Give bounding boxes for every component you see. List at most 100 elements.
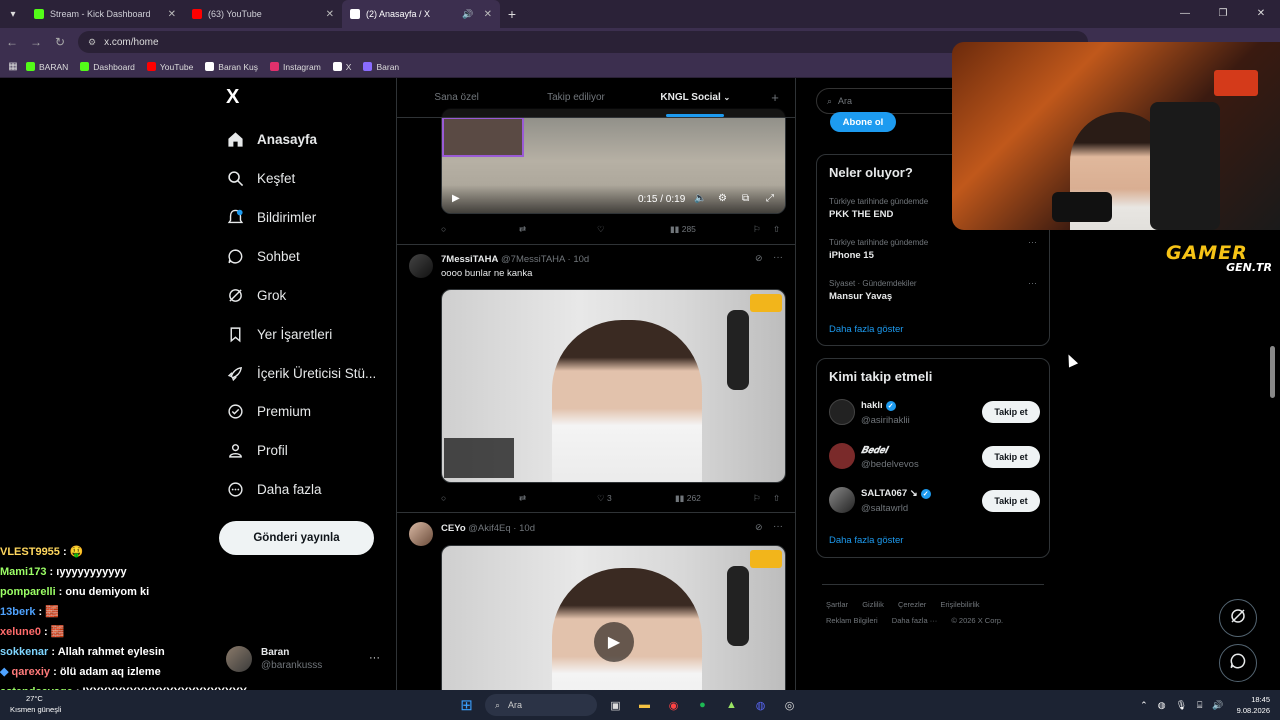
share-icon[interactable]: ⇧	[773, 224, 780, 235]
nav-notifications[interactable]: Bildirimler	[226, 202, 316, 232]
chrome-icon[interactable]: ◉	[663, 694, 685, 716]
bookmark-item[interactable]: YouTube	[146, 62, 193, 72]
nav-messages[interactable]: Sohbet	[226, 241, 300, 271]
follow-suggestion-name[interactable]: 𝑩𝒆𝒅𝒆𝒍	[861, 445, 887, 456]
chevron-up-icon[interactable]: ⌃	[1140, 700, 1148, 711]
more-dots-icon[interactable]: ···	[1028, 278, 1037, 288]
tab-search-icon[interactable]: ▾	[0, 0, 26, 28]
volume-icon[interactable]: 🔈	[694, 193, 706, 204]
more-dots-icon[interactable]: ···	[369, 652, 380, 664]
tweet-author-handle[interactable]: @Akif4Eq	[468, 523, 510, 534]
show-more-follow-link[interactable]: Daha fazla göster	[829, 535, 903, 546]
close-icon[interactable]: ✕	[168, 9, 176, 20]
views-stat[interactable]: ▮▮ 285	[670, 224, 753, 235]
tweet-time[interactable]: 10d	[573, 254, 589, 265]
grok-float-button[interactable]	[1219, 599, 1257, 637]
bookmark-item[interactable]: BARAN	[26, 62, 68, 72]
tab-youtube[interactable]: (63) YouTube ✕	[184, 0, 342, 28]
task-view-icon[interactable]: ▣	[605, 694, 627, 716]
subscribe-button[interactable]: Abone ol	[830, 112, 896, 132]
close-icon[interactable]: ✕	[484, 9, 492, 20]
tab-for-you[interactable]: Sana özel	[397, 78, 516, 117]
x-logo[interactable]: X	[226, 86, 239, 109]
grok-icon[interactable]: ⊘	[755, 253, 763, 264]
site-info-icon[interactable]: ⚙	[88, 37, 96, 48]
show-more-trends-link[interactable]: Daha fazla göster	[829, 324, 903, 335]
bookmark-item[interactable]: Baran	[363, 62, 399, 72]
volume-icon[interactable]: 🔊	[1212, 700, 1223, 711]
avatar[interactable]	[409, 254, 433, 278]
follow-suggestion-name[interactable]: SALTA067 ↘ ✓	[861, 488, 931, 499]
reply-icon[interactable]: ○	[441, 493, 519, 503]
views-stat[interactable]: ▮▮ 262	[675, 493, 753, 504]
tab-kngl-social[interactable]: KNGL Social ⌄	[636, 78, 755, 117]
scrollbar[interactable]	[1270, 346, 1275, 398]
follow-suggestion-name[interactable]: haklı ✓	[861, 400, 896, 411]
nav-bookmarks[interactable]: Yer İşaretleri	[226, 319, 332, 349]
nav-home[interactable]: Anasayfa	[226, 124, 317, 154]
avatar[interactable]	[829, 487, 855, 513]
reply-icon[interactable]: ○	[441, 224, 519, 234]
close-icon[interactable]: ✕	[326, 9, 334, 20]
url-input[interactable]: ⚙ x.com/home	[78, 31, 1088, 53]
tweet-author-name[interactable]: CEYo	[441, 523, 466, 534]
reload-icon[interactable]: ↻	[48, 35, 72, 49]
follow-suggestion-handle[interactable]: @bedelvevos	[861, 459, 919, 470]
speaker-icon[interactable]: 🔊	[462, 9, 473, 20]
play-button[interactable]: ▶	[594, 622, 634, 662]
more-dots-icon[interactable]: ···	[773, 252, 783, 263]
tweet-time[interactable]: 10d	[519, 523, 535, 534]
more-dots-icon[interactable]: ···	[773, 521, 783, 532]
more-dots-icon[interactable]: ···	[1028, 237, 1037, 247]
discord-tray-icon[interactable]: ◍	[1158, 700, 1166, 711]
nav-creator-studio[interactable]: İçerik Üreticisi Stü...	[226, 358, 376, 388]
play-icon[interactable]: ▶	[452, 193, 460, 204]
tweet-video[interactable]	[441, 289, 786, 483]
new-tab-button[interactable]: +	[500, 6, 524, 22]
follow-button[interactable]: Takip et	[982, 446, 1040, 468]
nav-premium[interactable]: Premium	[226, 396, 311, 426]
tab-following[interactable]: Takip ediliyor	[516, 78, 635, 117]
repost-icon[interactable]: ⇄	[519, 493, 597, 504]
weather-widget[interactable]: 27°C Kısmen güneşli	[10, 693, 61, 715]
footer-link[interactable]: Daha fazla ···	[892, 616, 937, 625]
close-window-icon[interactable]: ✕	[1242, 0, 1280, 28]
streaming-app-icon[interactable]: ▲	[721, 694, 743, 716]
avatar[interactable]	[829, 399, 855, 425]
discord-icon[interactable]: ◍	[750, 694, 772, 716]
like-icon[interactable]: ♡	[597, 224, 670, 235]
footer-link[interactable]: Erişilebilirlik	[940, 600, 979, 609]
tweet-author-handle[interactable]: @7MessiTAHA	[501, 254, 565, 265]
bookmark-item[interactable]: X	[332, 62, 351, 72]
spotify-icon[interactable]: ●	[692, 694, 714, 716]
avatar[interactable]	[409, 522, 433, 546]
tweet-video[interactable]: ▶	[441, 545, 786, 690]
add-tab-icon[interactable]: +	[755, 78, 795, 117]
footer-link[interactable]: Çerezler	[898, 600, 926, 609]
nav-profile[interactable]: Profil	[226, 435, 288, 465]
minimize-icon[interactable]: —	[1166, 0, 1204, 28]
follow-suggestion-handle[interactable]: @saltawrld	[861, 503, 908, 514]
windows-start-icon[interactable]: ⊞	[456, 694, 478, 716]
avatar[interactable]	[829, 443, 855, 469]
follow-button[interactable]: Takip et	[982, 490, 1040, 512]
bookmark-icon[interactable]: ⚐	[753, 493, 773, 504]
settings-icon[interactable]: ⚙	[718, 193, 727, 204]
follow-button[interactable]: Takip et	[982, 401, 1040, 423]
grok-icon[interactable]: ⊘	[755, 522, 763, 533]
back-icon[interactable]: ←	[0, 35, 24, 49]
bookmark-item[interactable]: Dashboard	[80, 62, 135, 72]
pip-icon[interactable]: ⧉	[742, 193, 749, 204]
maximize-icon[interactable]: ❐	[1204, 0, 1242, 28]
tweet-video[interactable]: ▶ 0:15 / 0:19 🔈 ⚙ ⧉ ⤢	[441, 108, 786, 214]
bookmark-item[interactable]: Instagram	[270, 62, 321, 72]
network-icon[interactable]: ⌸	[1197, 700, 1202, 711]
bookmark-item[interactable]: Baran Kuş	[205, 62, 258, 72]
forward-icon[interactable]: →	[24, 35, 48, 49]
clock[interactable]: 18:45 9.08.2026	[1237, 694, 1270, 716]
tab-x[interactable]: (2) Anasayfa / X 🔊 ✕	[342, 0, 500, 28]
footer-link[interactable]: Gizlilik	[862, 600, 884, 609]
like-button[interactable]: ♡ 3	[597, 493, 675, 504]
footer-link[interactable]: Şartlar	[826, 600, 848, 609]
footer-link[interactable]: Reklam Bilgileri	[826, 616, 878, 625]
